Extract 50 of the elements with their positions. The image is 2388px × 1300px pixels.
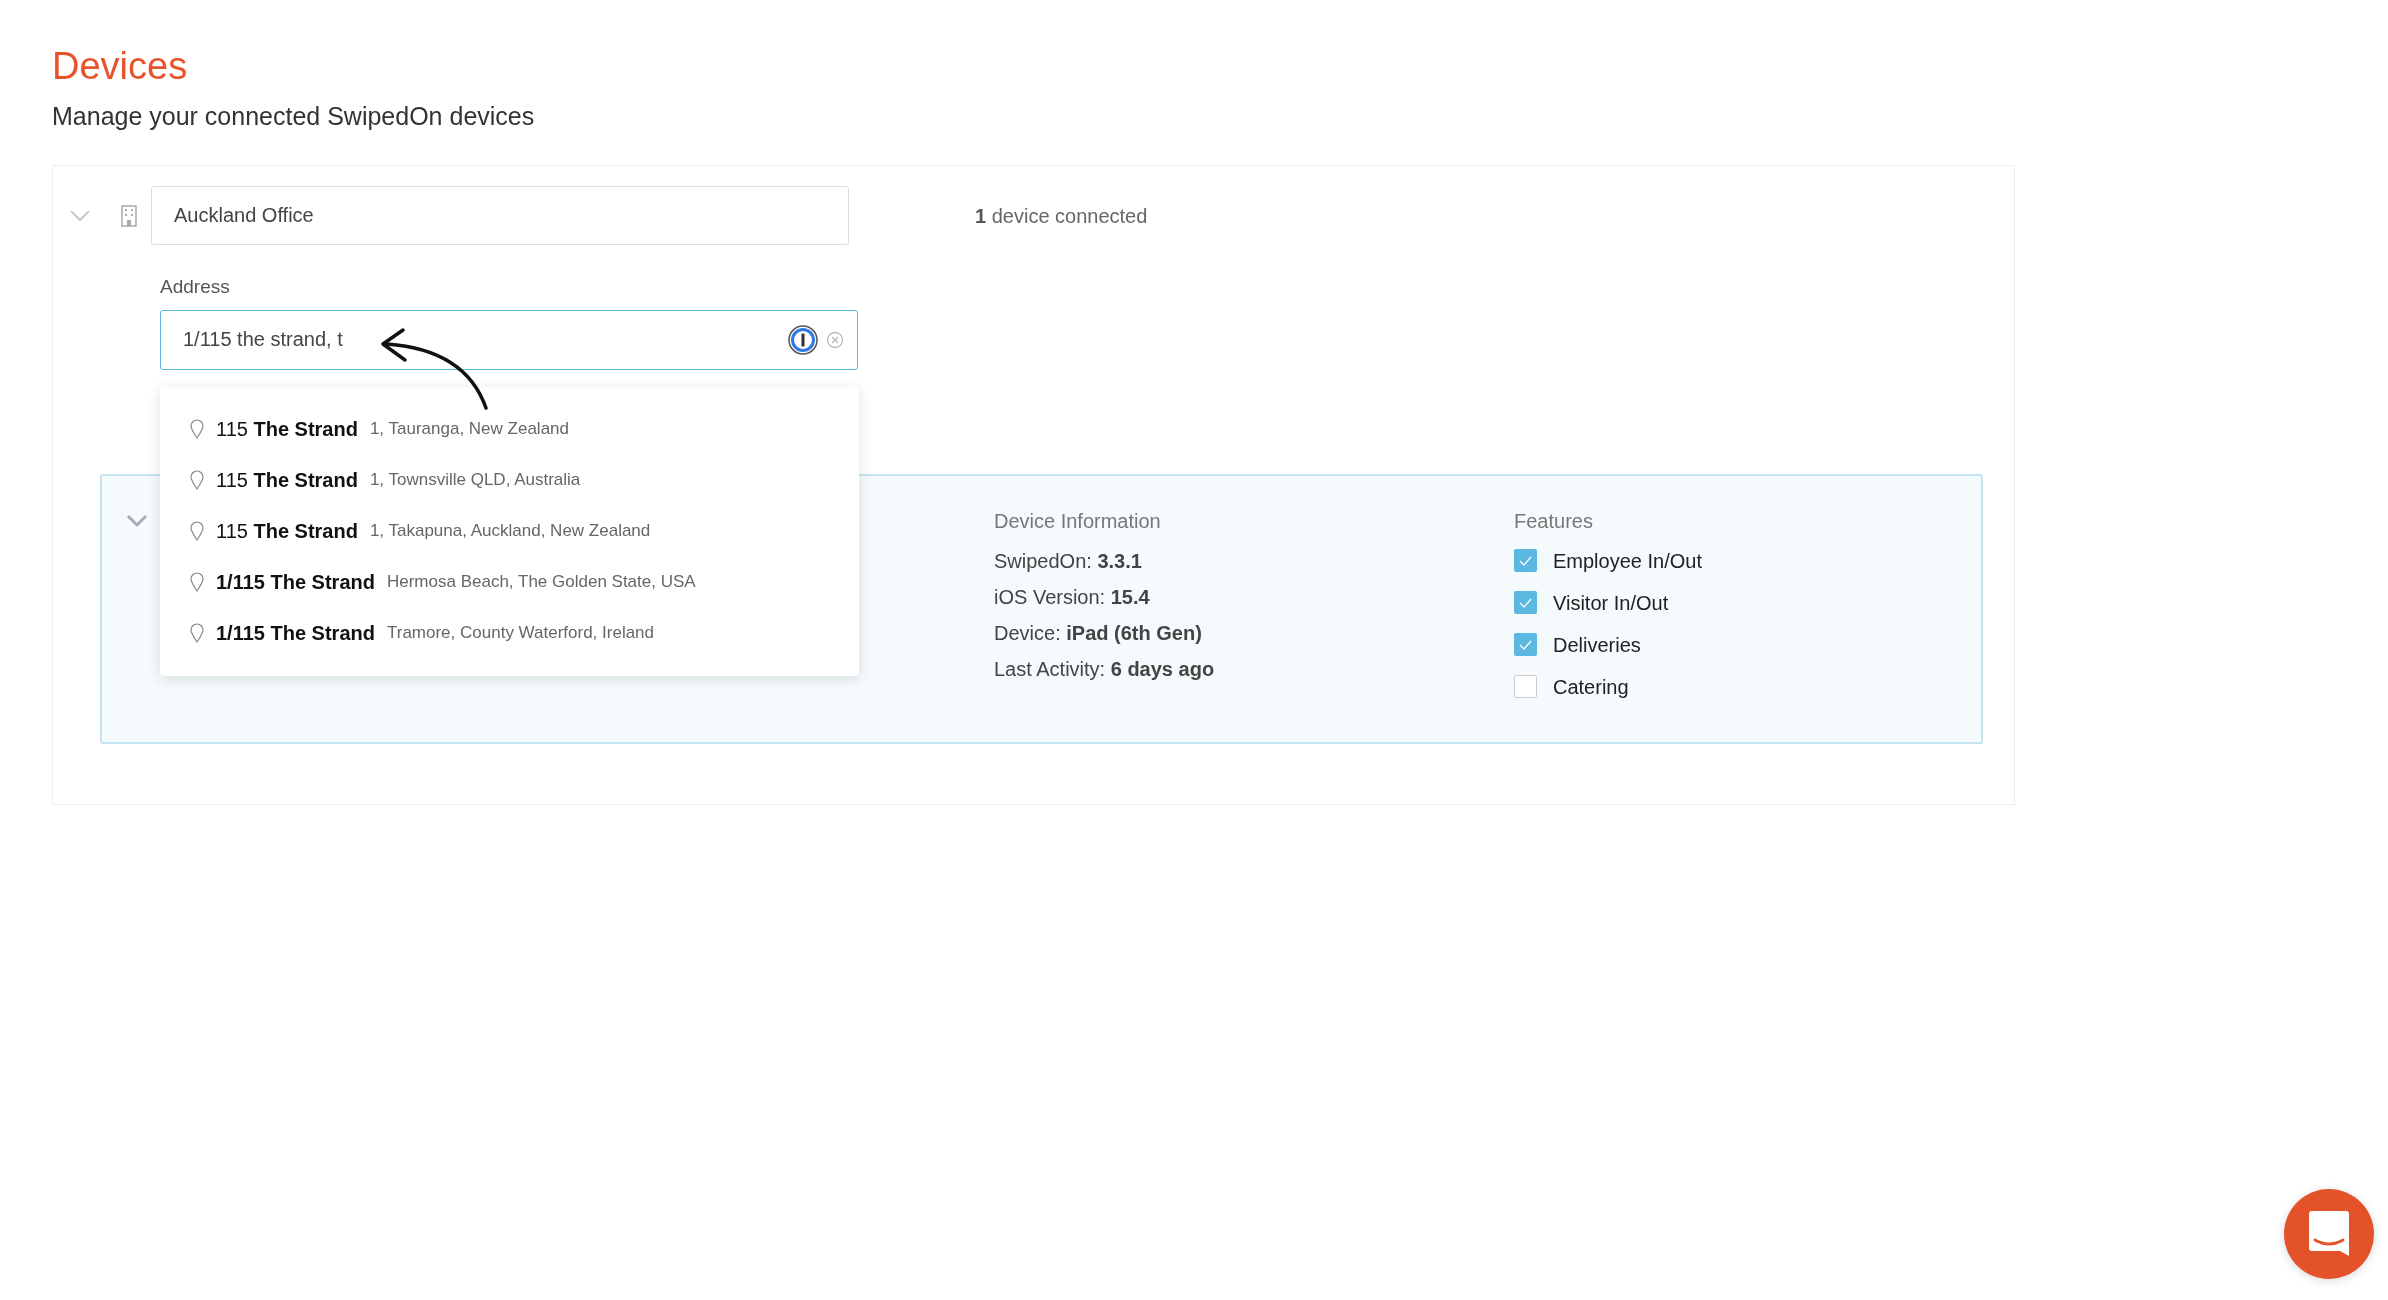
address-suggestion[interactable]: 115 The Strand 1, Takapuna, Auckland, New Zealand — [160, 505, 859, 557]
address-label: Address — [160, 275, 231, 300]
device-info-text: SwipedOn: 3.3.1 — [994, 548, 1143, 574]
location-name-field[interactable]: Auckland Office — [151, 186, 849, 246]
map-pin-icon — [190, 418, 204, 439]
device-info-heading: Device Information — [994, 508, 1162, 534]
suggestion-detail: Tramore, County Waterford, Ireland — [386, 621, 655, 644]
chat-icon — [2308, 1210, 2350, 1258]
feature-checkbox[interactable] — [1514, 633, 1537, 657]
suggestion-detail: 1, Takapuna, Auckland, New Zealand — [369, 519, 651, 542]
feature-label: Employee In/Out — [1553, 548, 1702, 574]
building-icon — [121, 204, 137, 227]
map-pin-icon — [190, 571, 204, 592]
suggestion-text: 115 The Strand — [216, 416, 358, 442]
device-info-text: iOS Version: 15.4 — [994, 584, 1151, 610]
page-subtitle: Manage your connected SwipedOn devices — [52, 100, 536, 132]
suggestion-text: 1/115 The Strand — [216, 569, 375, 595]
circle-bar-icon[interactable] — [788, 324, 818, 355]
address-suggestion[interactable]: 115 The Strand 1, Townsville QLD, Australia — [160, 454, 859, 506]
address-suggestion[interactable]: 1/115 The Strand Tramore, County Waterford, Ireland — [160, 607, 859, 659]
check-icon — [1519, 555, 1532, 566]
suggestion-detail: 1, Townsville QLD, Australia — [369, 468, 581, 491]
feature-label: Catering — [1553, 674, 1629, 700]
feature-label: Visitor In/Out — [1553, 590, 1669, 616]
map-pin-icon — [190, 469, 204, 490]
suggestion-text: 115 The Strand — [216, 467, 358, 493]
suggestion-text: 115 The Strand — [216, 518, 358, 544]
features-heading: Features — [1514, 508, 1594, 534]
address-field[interactable]: 1/115 the strand, t — [160, 309, 858, 370]
device-info-text: Last Activity: 6 days ago — [994, 656, 1216, 682]
check-icon — [1519, 639, 1532, 650]
suggestion-detail: 1, Tauranga, New Zealand — [369, 417, 569, 440]
feature-label: Deliveries — [1553, 632, 1641, 658]
address-suggestion[interactable]: 1/115 The Strand Hermosa Beach, The Golden State, USA — [160, 556, 859, 608]
map-pin-icon — [190, 520, 204, 541]
clear-icon[interactable] — [826, 330, 844, 349]
chevron-icon[interactable] — [126, 513, 148, 528]
feature-checkbox[interactable] — [1514, 675, 1537, 699]
suggestion-detail: Hermosa Beach, The Golden State, USA — [386, 570, 696, 593]
map-pin-icon — [190, 622, 204, 643]
feature-checkbox[interactable] — [1514, 549, 1537, 573]
chevron-icon[interactable] — [69, 208, 91, 223]
suggestion-text: 1/115 The Strand — [216, 620, 375, 646]
chat-button[interactable] — [2284, 1189, 2374, 1279]
page-title: Devices — [52, 44, 189, 89]
check-icon — [1519, 597, 1532, 608]
device-info-text: Device: iPad (6th Gen) — [994, 620, 1203, 646]
device-count-text: 1 device connected — [975, 203, 1148, 229]
feature-checkbox[interactable] — [1514, 591, 1537, 615]
address-suggestion[interactable]: 115 The Strand 1, Tauranga, New Zealand — [160, 403, 859, 455]
